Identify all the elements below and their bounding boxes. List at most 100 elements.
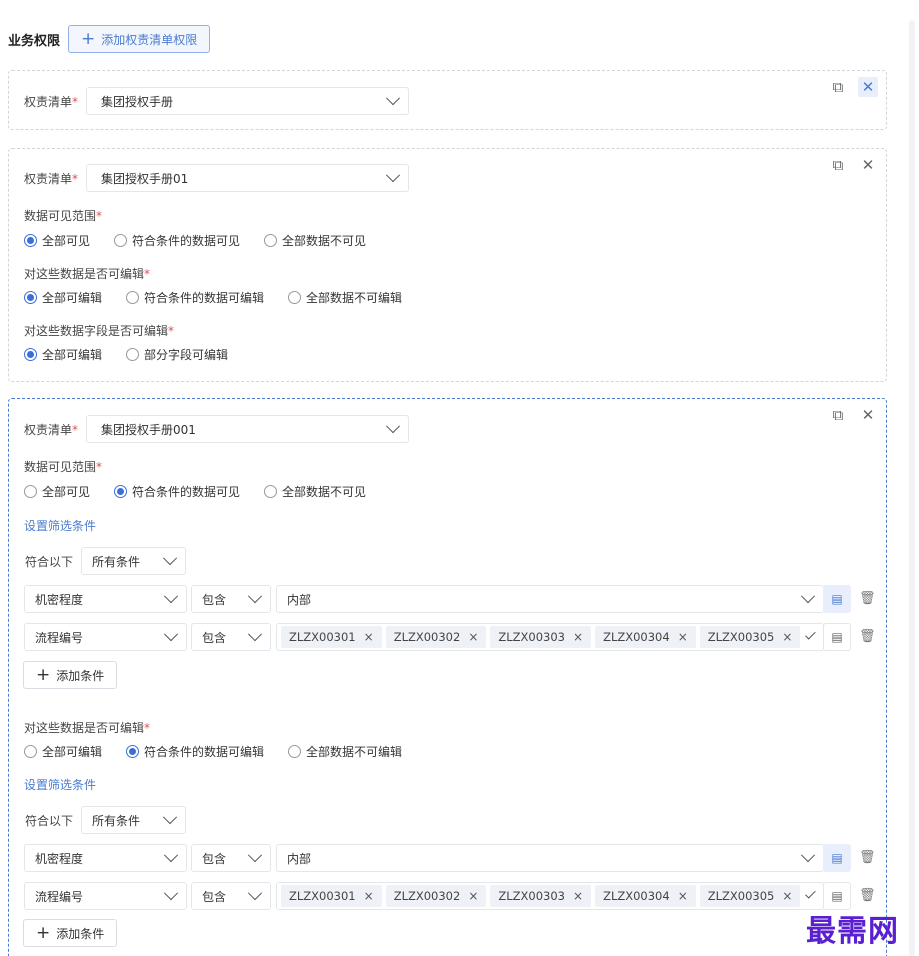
- visible-label: 数据可见范围*: [24, 460, 103, 474]
- tag-close-icon[interactable]: ×: [468, 630, 478, 644]
- cond2-field-select[interactable]: 流程编号: [24, 882, 187, 910]
- chevron-down-icon: [247, 886, 263, 901]
- match-select[interactable]: 所有条件: [81, 547, 187, 575]
- list-select-value: 集团授权手册001: [101, 422, 196, 437]
- cond1-operator-select[interactable]: 包含: [191, 585, 271, 613]
- radio-visible-all[interactable]: 全部可见: [24, 483, 90, 500]
- value-tag: ZLZX00305 ×: [699, 885, 801, 907]
- permission-card-2: ⧉ ✕ 权责清单* 集团授权手册01 数据可见范围* 全部可见 符合条件的数据可…: [8, 148, 887, 382]
- radio-visible-conditional[interactable]: 符合条件的数据可见: [114, 232, 240, 249]
- radio-field-partial[interactable]: 部分字段可编辑: [126, 346, 228, 363]
- radio-visible-none[interactable]: 全部数据不可见: [264, 232, 366, 249]
- match-label: 符合以下: [25, 554, 74, 569]
- chevron-down-icon: [805, 888, 816, 899]
- cond2-value-multiselect[interactable]: ZLZX00301 × ZLZX00302 × ZLZX00303 × ZLZX003…: [276, 882, 824, 910]
- trash-icon[interactable]: 🗑: [859, 850, 876, 865]
- chevron-down-icon: [805, 629, 816, 640]
- tag-close-icon[interactable]: ×: [678, 630, 688, 644]
- editable-radio-group: 全部可编辑 符合条件的数据可编辑 全部数据不可编辑: [24, 289, 402, 306]
- cond2-operator-select[interactable]: 包含: [191, 882, 271, 910]
- cond1-value-select[interactable]: 内部: [276, 844, 824, 872]
- editable-label: 对这些数据是否可编辑*: [24, 267, 151, 281]
- plus-icon: +: [36, 664, 51, 685]
- tag-close-icon[interactable]: ×: [468, 889, 478, 903]
- radio-visible-conditional[interactable]: 符合条件的数据可见: [114, 483, 240, 500]
- add-condition-button[interactable]: + 添加条件: [23, 919, 118, 947]
- radio-field-all[interactable]: 全部可编辑: [24, 346, 102, 363]
- radio-edit-conditional[interactable]: 符合条件的数据可编辑: [126, 743, 264, 760]
- match-select[interactable]: 所有条件: [81, 806, 187, 834]
- add-condition-button[interactable]: + 添加条件: [23, 661, 118, 689]
- document-icon[interactable]: ▤: [823, 844, 851, 872]
- list-select-value: 集团授权手册: [101, 94, 174, 109]
- tag-close-icon[interactable]: ×: [573, 889, 583, 903]
- radio-visible-all[interactable]: 全部可见: [24, 232, 90, 249]
- document-icon[interactable]: ▤: [823, 585, 851, 613]
- list-select-value: 集团授权手册01: [101, 171, 189, 186]
- plus-icon: +: [36, 922, 51, 943]
- value-tag: ZLZX00301 ×: [281, 885, 382, 907]
- radio-edit-all[interactable]: 全部可编辑: [24, 289, 102, 306]
- cond2-value-multiselect[interactable]: ZLZX00301 × ZLZX00302 × ZLZX00303 × ZLZX003…: [276, 623, 824, 651]
- add-permission-button[interactable]: + 添加权责清单权限: [68, 25, 211, 53]
- cond1-value-select[interactable]: 内部: [276, 585, 824, 613]
- copy-icon[interactable]: ⧉: [828, 155, 848, 175]
- tag-close-icon[interactable]: ×: [782, 630, 792, 644]
- chevron-down-icon: [163, 589, 179, 604]
- tag-close-icon[interactable]: ×: [573, 630, 583, 644]
- chevron-down-icon: [385, 91, 401, 106]
- radio-edit-none[interactable]: 全部数据不可编辑: [288, 289, 402, 306]
- value-tag: ZLZX00302 ×: [385, 626, 487, 648]
- copy-icon[interactable]: ⧉: [828, 405, 848, 425]
- trash-icon[interactable]: 🗑: [859, 591, 876, 606]
- radio-edit-all[interactable]: 全部可编辑: [24, 743, 102, 760]
- list-select[interactable]: 集团授权手册001: [86, 415, 410, 443]
- match-select-value: 所有条件: [92, 554, 141, 569]
- trash-icon[interactable]: 🗑: [859, 629, 876, 644]
- list-label: 权责清单*: [24, 422, 79, 437]
- scrollbar[interactable]: [909, 20, 915, 956]
- set-filter-link[interactable]: 设置筛选条件: [24, 776, 96, 793]
- permission-card-1: ⧉ ✕ 权责清单* 集团授权手册: [8, 70, 887, 130]
- trash-icon[interactable]: 🗑: [859, 888, 876, 903]
- close-icon[interactable]: ✕: [858, 155, 878, 175]
- value-tag: ZLZX00301 ×: [281, 626, 382, 648]
- tag-close-icon[interactable]: ×: [782, 889, 792, 903]
- page-title: 业务权限: [8, 33, 61, 49]
- close-icon[interactable]: ✕: [858, 405, 878, 425]
- tag-close-icon[interactable]: ×: [678, 889, 688, 903]
- chevron-down-icon: [800, 848, 816, 863]
- document-icon[interactable]: ▤: [823, 623, 851, 651]
- visible-radio-group: 全部可见 符合条件的数据可见 全部数据不可见: [24, 232, 366, 249]
- match-select-value: 所有条件: [92, 813, 141, 828]
- field-editable-radio-group: 全部可编辑 部分字段可编辑: [24, 346, 228, 363]
- field-editable-label: 对这些数据字段是否可编辑*: [24, 324, 175, 338]
- cond2-operator-select[interactable]: 包含: [191, 623, 271, 651]
- list-select[interactable]: 集团授权手册: [86, 87, 410, 115]
- chevron-down-icon: [385, 168, 401, 183]
- cond1-field-select[interactable]: 机密程度: [24, 585, 187, 613]
- visible-label: 数据可见范围*: [24, 209, 103, 223]
- chevron-down-icon: [247, 627, 263, 642]
- close-icon[interactable]: ✕: [858, 77, 878, 97]
- chevron-down-icon: [163, 627, 179, 642]
- permission-card-3: ⧉ ✕ 权责清单* 集团授权手册001 数据可见范围* 全部可见 符合条件的数据…: [8, 398, 887, 956]
- radio-edit-conditional[interactable]: 符合条件的数据可编辑: [126, 289, 264, 306]
- editable-label: 对这些数据是否可编辑*: [24, 721, 151, 735]
- chevron-down-icon: [163, 886, 179, 901]
- list-select[interactable]: 集团授权手册01: [86, 164, 410, 192]
- radio-edit-none[interactable]: 全部数据不可编辑: [288, 743, 402, 760]
- plus-icon: +: [81, 28, 96, 49]
- set-filter-link[interactable]: 设置筛选条件: [24, 517, 96, 534]
- tag-close-icon[interactable]: ×: [364, 889, 374, 903]
- cond1-operator-select[interactable]: 包含: [191, 844, 271, 872]
- add-permission-label: 添加权责清单权限: [101, 32, 198, 47]
- cond1-field-select[interactable]: 机密程度: [24, 844, 187, 872]
- cond2-field-select[interactable]: 流程编号: [24, 623, 187, 651]
- radio-visible-none[interactable]: 全部数据不可见: [264, 483, 366, 500]
- chevron-down-icon: [385, 419, 401, 434]
- list-label: 权责清单*: [24, 171, 79, 186]
- chevron-down-icon: [800, 589, 816, 604]
- copy-icon[interactable]: ⧉: [828, 77, 848, 97]
- tag-close-icon[interactable]: ×: [364, 630, 374, 644]
